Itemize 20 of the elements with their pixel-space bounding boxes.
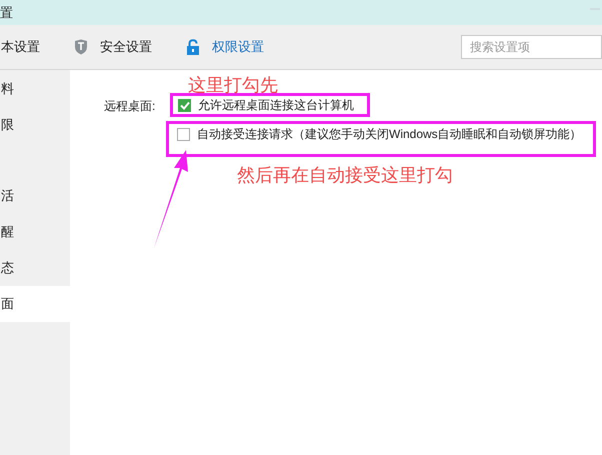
sidebar-item[interactable]: 限 xyxy=(0,107,70,143)
tab[interactable]: 安全设置 xyxy=(74,37,152,57)
sidebar-item[interactable]: 态 xyxy=(0,250,70,286)
checkbox-label[interactable]: 自动接受连接请求（建议您手动关闭Windows自动睡眠和自动锁屏功能） xyxy=(197,126,582,142)
tab[interactable]: 本设置 xyxy=(1,37,40,57)
checkbox[interactable] xyxy=(177,128,190,141)
sidebar-item[interactable]: 面 xyxy=(0,286,70,322)
annotation-text: 然后再在自动接受这里打勾 xyxy=(237,164,453,187)
lock-icon xyxy=(186,39,200,55)
tab[interactable]: 权限设置 xyxy=(186,37,264,57)
shield-icon xyxy=(74,39,88,55)
sidebar-item[interactable]: 醒 xyxy=(0,214,70,250)
checkbox-label[interactable]: 允许远程桌面连接这台计算机 xyxy=(198,97,354,113)
checkbox[interactable] xyxy=(178,99,191,112)
annotation-text: 这里打勾先 xyxy=(188,74,278,97)
sidebar-item[interactable]: 料 xyxy=(0,71,70,107)
search-field[interactable]: 搜索设置项 xyxy=(461,35,602,59)
sidebar-item[interactable]: 活 xyxy=(0,178,70,214)
setting-label: 远程桌面: xyxy=(104,98,156,115)
window-title: 置 xyxy=(0,4,13,22)
